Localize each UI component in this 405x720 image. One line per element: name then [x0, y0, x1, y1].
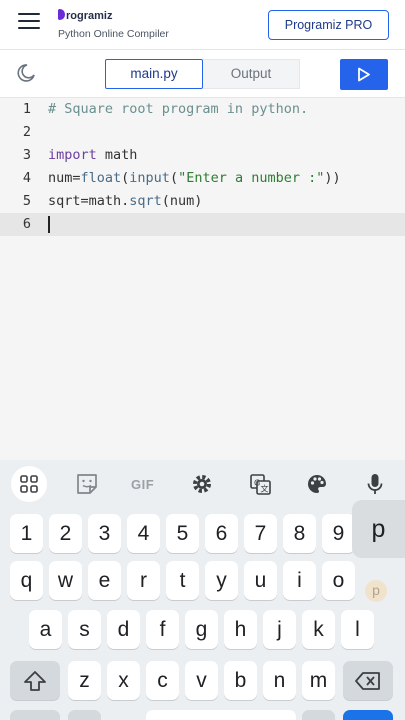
- line-number: 2: [22, 124, 32, 140]
- key-h[interactable]: h: [224, 610, 257, 649]
- microphone-icon[interactable]: [358, 467, 392, 501]
- svg-text:G: G: [254, 479, 260, 488]
- key-d[interactable]: d: [107, 610, 140, 649]
- symbols-key[interactable]: [10, 710, 60, 720]
- key-9[interactable]: 9: [322, 514, 355, 553]
- programiz-pro-button[interactable]: Programiz PRO: [268, 10, 389, 40]
- line-number: 4: [22, 170, 32, 186]
- apps-grid-icon[interactable]: [11, 466, 47, 502]
- key-e[interactable]: e: [88, 561, 121, 600]
- code-editor[interactable]: 1 # Square root program in python. 2 3 i…: [0, 98, 405, 460]
- key-3[interactable]: 3: [88, 514, 121, 553]
- code-line[interactable]: 1 # Square root program in python.: [0, 98, 405, 121]
- tab-output[interactable]: Output: [203, 59, 300, 89]
- key-i[interactable]: i: [283, 561, 316, 600]
- key-preview-popup: p: [352, 500, 405, 558]
- moon-icon[interactable]: [16, 63, 36, 83]
- key-7[interactable]: 7: [244, 514, 277, 553]
- line-number: 3: [22, 147, 32, 163]
- backspace-key[interactable]: [343, 661, 393, 700]
- line-number: 6: [22, 216, 32, 232]
- code-line-active[interactable]: 6: [0, 213, 405, 236]
- compiler-subtitle: Python Online Compiler: [58, 28, 169, 40]
- palette-icon[interactable]: [300, 467, 334, 501]
- key-x[interactable]: x: [107, 661, 140, 700]
- translate-icon[interactable]: G文: [243, 467, 277, 501]
- emoji-key[interactable]: [68, 710, 101, 720]
- code-text[interactable]: num=float(input("Enter a number :")): [48, 167, 341, 190]
- key-5[interactable]: 5: [166, 514, 199, 553]
- shift-icon: [24, 671, 46, 691]
- onscreen-keyboard: GIF G文 1 2 3 4 5 6 7 8 9 q w e r t y u i…: [0, 460, 405, 720]
- code-text[interactable]: # Square root program in python.: [48, 98, 308, 121]
- spacebar[interactable]: [146, 710, 296, 720]
- key-w[interactable]: w: [49, 561, 82, 600]
- code-line[interactable]: 5 sqrt=math.sqrt(num): [0, 190, 405, 213]
- touch-indicator: p: [365, 580, 387, 602]
- app-header: rogramiz Python Online Compiler Programi…: [0, 0, 405, 50]
- period-key[interactable]: [302, 710, 335, 720]
- logo-mark-icon: [58, 9, 65, 20]
- key-y[interactable]: y: [205, 561, 238, 600]
- key-g[interactable]: g: [185, 610, 218, 649]
- key-l[interactable]: l: [341, 610, 374, 649]
- programiz-logo[interactable]: rogramiz: [58, 6, 112, 24]
- key-z[interactable]: z: [68, 661, 101, 700]
- key-v[interactable]: v: [185, 661, 218, 700]
- key-n[interactable]: n: [263, 661, 296, 700]
- key-k[interactable]: k: [302, 610, 335, 649]
- key-1[interactable]: 1: [10, 514, 43, 553]
- svg-text:文: 文: [261, 484, 269, 494]
- menu-icon[interactable]: [18, 13, 40, 31]
- key-t[interactable]: t: [166, 561, 199, 600]
- editor-toolbar: main.py Output: [0, 50, 405, 98]
- key-8[interactable]: 8: [283, 514, 316, 553]
- key-r[interactable]: r: [127, 561, 160, 600]
- text-cursor: [48, 216, 50, 233]
- key-j[interactable]: j: [263, 610, 296, 649]
- settings-icon[interactable]: [185, 467, 219, 501]
- key-b[interactable]: b: [224, 661, 257, 700]
- play-icon: [358, 67, 370, 82]
- key-6[interactable]: 6: [205, 514, 238, 553]
- code-line[interactable]: 4 num=float(input("Enter a number :")): [0, 167, 405, 190]
- compiler-screen: { "header": { "logo_text": "rogramiz", "…: [0, 0, 405, 720]
- code-text[interactable]: import math: [48, 144, 137, 167]
- code-text[interactable]: sqrt=math.sqrt(num): [48, 190, 202, 213]
- tab-main-py[interactable]: main.py: [105, 59, 203, 89]
- gif-button[interactable]: GIF: [131, 477, 154, 492]
- code-line[interactable]: 2: [0, 121, 405, 144]
- key-4[interactable]: 4: [127, 514, 160, 553]
- key-m[interactable]: m: [302, 661, 335, 700]
- code-line[interactable]: 3 import math: [0, 144, 405, 167]
- key-c[interactable]: c: [146, 661, 179, 700]
- run-button[interactable]: [340, 59, 388, 90]
- enter-key[interactable]: [343, 710, 393, 720]
- logo-text: rogramiz: [66, 10, 113, 22]
- shift-key[interactable]: [10, 661, 60, 700]
- key-f[interactable]: f: [146, 610, 179, 649]
- key-s[interactable]: s: [68, 610, 101, 649]
- key-o[interactable]: o: [322, 561, 355, 600]
- key-a[interactable]: a: [29, 610, 62, 649]
- key-2[interactable]: 2: [49, 514, 82, 553]
- line-number: 1: [22, 101, 32, 117]
- key-q[interactable]: q: [10, 561, 43, 600]
- sticker-icon[interactable]: [70, 467, 104, 501]
- backspace-icon: [355, 672, 380, 690]
- line-number: 5: [22, 193, 32, 209]
- key-u[interactable]: u: [244, 561, 277, 600]
